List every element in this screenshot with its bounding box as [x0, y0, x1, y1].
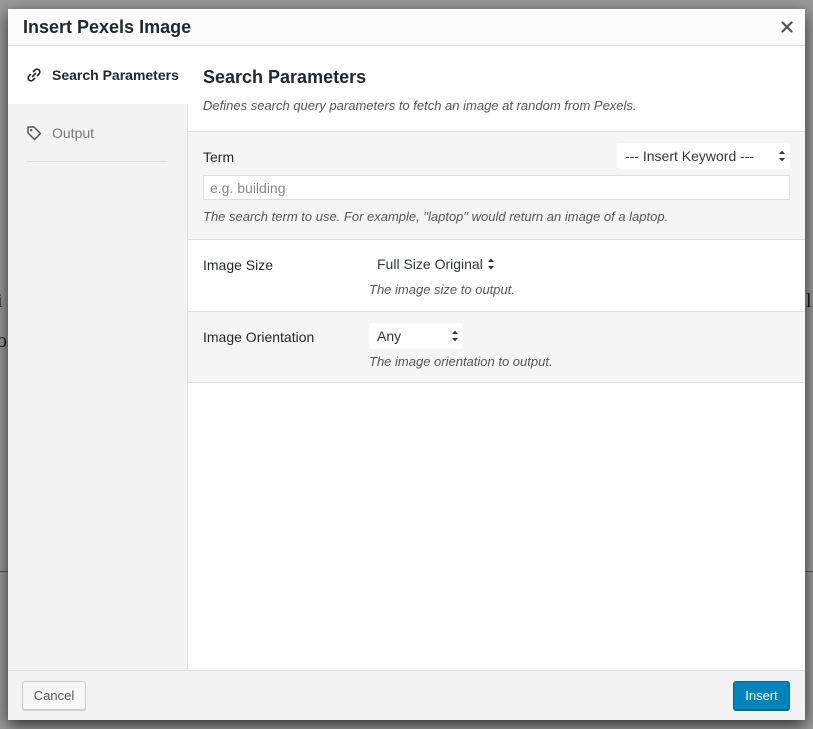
- term-hint: The search term to use. For example, "la…: [203, 209, 669, 224]
- image-size-label: Image Size: [203, 257, 274, 273]
- image-size-hint: The image size to output.: [369, 282, 515, 297]
- select-arrows-icon: [488, 258, 494, 270]
- modal-sidebar: Search Parameters Output: [8, 46, 189, 670]
- image-orientation-value: Any: [377, 328, 402, 344]
- sidebar-divider: [27, 161, 167, 162]
- background-text-fragment: i: [0, 290, 3, 313]
- section-title: Search Parameters: [203, 67, 367, 87]
- modal-header: Insert Pexels Image: [8, 9, 805, 46]
- background-text-fragment: l: [806, 290, 812, 312]
- insert-keyword-select[interactable]: --- Insert Keyword ---: [617, 143, 790, 169]
- image-size-select[interactable]: Full Size Original: [369, 251, 499, 277]
- close-icon: [781, 21, 793, 33]
- sidebar-item-label: Output: [52, 125, 95, 141]
- term-input[interactable]: [203, 175, 790, 200]
- modal-content: Search Parameters Defines search query p…: [188, 46, 805, 670]
- modal-footer: Cancel Insert: [8, 670, 805, 720]
- close-button[interactable]: [775, 15, 799, 39]
- image-size-value: Full Size Original: [377, 256, 483, 272]
- section-description: Defines search query parameters to fetch…: [203, 98, 637, 113]
- tag-icon: [26, 124, 44, 142]
- select-arrows-icon: [779, 150, 785, 162]
- term-label: Term: [203, 149, 235, 165]
- cancel-button[interactable]: Cancel: [22, 681, 86, 710]
- sidebar-item-label: Search Parameters: [52, 67, 179, 83]
- background-divider: [0, 571, 8, 572]
- image-orientation-label: Image Orientation: [203, 329, 315, 345]
- background-text-fragment: o: [0, 330, 7, 352]
- select-arrows-icon: [452, 330, 458, 342]
- link-icon: [26, 66, 44, 84]
- insert-keyword-value: --- Insert Keyword ---: [625, 148, 755, 164]
- image-orientation-select[interactable]: Any: [369, 323, 463, 349]
- background-divider: [805, 571, 813, 572]
- insert-button[interactable]: Insert: [733, 681, 790, 710]
- image-size-row: Image Size Full Size Original The image …: [188, 239, 805, 311]
- sidebar-item-output[interactable]: Output: [8, 104, 188, 162]
- image-orientation-row: Image Orientation Any The image orientat…: [188, 311, 805, 383]
- insert-image-modal: Insert Pexels Image Search Parameters Ou…: [8, 9, 805, 720]
- modal-title: Insert Pexels Image: [23, 17, 192, 37]
- image-orientation-hint: The image orientation to output.: [369, 354, 553, 369]
- term-row: Term --- Insert Keyword --- The search t…: [188, 131, 805, 239]
- sidebar-item-search-parameters[interactable]: Search Parameters: [8, 46, 189, 104]
